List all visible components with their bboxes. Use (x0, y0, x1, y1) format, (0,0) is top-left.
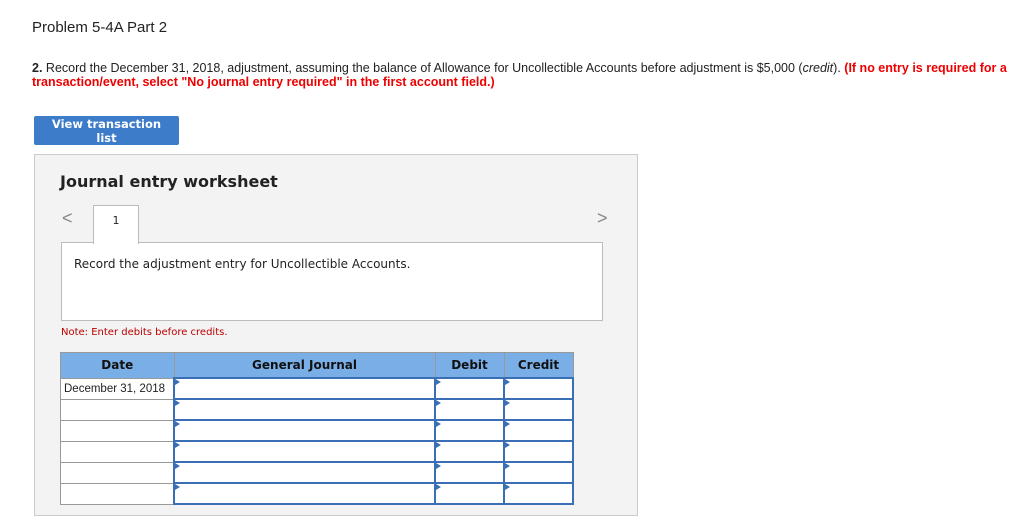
entry-description-box: Record the adjustment entry for Uncollec… (61, 242, 603, 321)
date-cell (60, 461, 175, 484)
page-title: Problem 5-4A Part 2 (32, 19, 168, 36)
date-cell (60, 440, 175, 463)
debit-input[interactable] (434, 461, 505, 484)
entry-description: Record the adjustment entry for Uncollec… (74, 257, 411, 271)
tab-entry-1[interactable]: 1 (93, 205, 139, 244)
account-input[interactable] (173, 461, 436, 484)
account-input[interactable] (173, 419, 436, 442)
chevron-left-icon[interactable]: < (62, 208, 73, 229)
credit-input[interactable] (503, 419, 574, 442)
debit-input[interactable] (434, 440, 505, 463)
view-transaction-list-button[interactable]: View transaction list (34, 116, 179, 145)
table-row (60, 482, 574, 505)
table-row (60, 398, 574, 421)
account-input[interactable] (173, 482, 436, 505)
instruction-text-end: ). (833, 61, 845, 75)
debit-input[interactable] (434, 377, 505, 400)
note-text: Note: Enter debits before credits. (61, 327, 228, 338)
step-number: 2. (32, 61, 43, 75)
debit-input[interactable] (434, 419, 505, 442)
table-row: December 31, 2018 (60, 377, 574, 400)
header-debit: Debit (434, 352, 505, 379)
worksheet-title: Journal entry worksheet (60, 172, 278, 191)
credit-input[interactable] (503, 377, 574, 400)
debit-input[interactable] (434, 398, 505, 421)
table-row (60, 461, 574, 484)
header-credit: Credit (503, 352, 574, 379)
instruction-italic: credit (802, 61, 834, 75)
credit-input[interactable] (503, 398, 574, 421)
date-cell (60, 398, 175, 421)
debit-input[interactable] (434, 482, 505, 505)
date-cell: December 31, 2018 (60, 377, 175, 400)
credit-input[interactable] (503, 482, 574, 505)
instruction-text: Record the December 31, 2018, adjustment… (42, 61, 803, 75)
account-input[interactable] (173, 377, 436, 400)
table-row (60, 440, 574, 463)
table-row (60, 419, 574, 442)
chevron-right-icon[interactable]: > (597, 208, 608, 229)
header-general-journal: General Journal (173, 352, 436, 379)
date-cell (60, 419, 175, 442)
header-date: Date (60, 352, 175, 379)
credit-input[interactable] (503, 440, 574, 463)
instructions: 2. Record the December 31, 2018, adjustm… (32, 61, 1022, 89)
account-input[interactable] (173, 440, 436, 463)
credit-input[interactable] (503, 461, 574, 484)
account-input[interactable] (173, 398, 436, 421)
date-cell (60, 482, 175, 505)
journal-table: Date General Journal Debit Credit Decemb… (60, 352, 574, 505)
